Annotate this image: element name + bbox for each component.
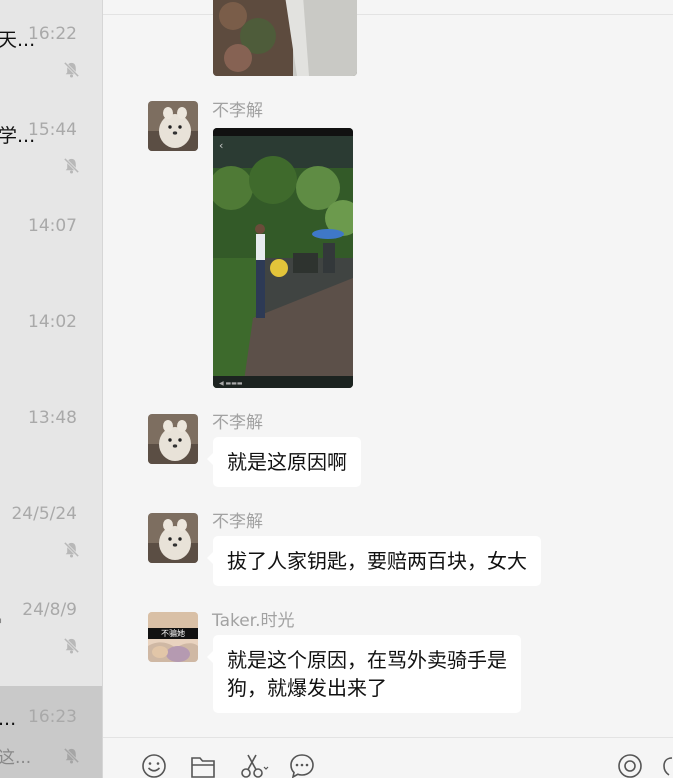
avatar-caption: 不骗她	[161, 629, 185, 638]
message-bubble[interactable]: 就是这原因啊	[207, 437, 361, 487]
mute-bell-icon	[63, 541, 80, 558]
conversation-time: 13:48	[28, 408, 77, 428]
conversation-snippet: ...	[0, 708, 17, 730]
conversation-item[interactable]: 14:02	[0, 288, 102, 384]
conversation-item[interactable]: 24/8/9 '	[0, 576, 102, 672]
conversation-item[interactable]: 13:48	[0, 384, 102, 480]
avatar-bulijie[interactable]	[148, 414, 198, 464]
video-call-icon[interactable]	[616, 752, 644, 778]
message-bubble[interactable]: 就是这个原因，在骂外卖骑手是 狗，就爆发出来了	[207, 635, 521, 713]
voice-call-icon[interactable]	[661, 752, 673, 778]
conversation-time: 14:07	[28, 216, 77, 236]
sender-name: 不李解	[212, 512, 263, 532]
svg-text:‹: ‹	[219, 139, 223, 152]
conversation-item[interactable]: 天... 16:22	[0, 0, 102, 96]
conversation-time: 24/8/9	[22, 600, 77, 620]
message-text: 拔了人家钥匙，要赔两百块，女大	[227, 549, 527, 573]
chat-panel: 不李解 ‹ ◀ ▬▬▬ 不李解 就是这原因啊 不李解 拔了人家钥匙，要赔两百块，…	[103, 0, 673, 778]
dog-avatar-image	[148, 513, 198, 563]
sender-name: Taker.时光	[212, 611, 295, 631]
image-message[interactable]: ‹ ◀ ▬▬▬	[213, 128, 353, 388]
conversation-time: 16:22	[28, 24, 77, 44]
sender-name: 不李解	[212, 101, 263, 121]
header-divider	[103, 14, 673, 15]
street-photo-screenshot: ‹ ◀ ▬▬▬	[213, 128, 353, 388]
conversation-snippet-2: 这...	[0, 748, 32, 768]
avatar-bulijie[interactable]	[148, 101, 198, 151]
avatar-bulijie[interactable]	[148, 513, 198, 563]
dog-avatar-image	[148, 414, 198, 464]
message-text-line: 狗，就爆发出来了	[227, 676, 387, 700]
conversation-time: 24/5/24	[11, 504, 77, 524]
image-message-partial[interactable]	[213, 0, 357, 76]
conversation-item-selected[interactable]: ... 16:23 这...	[0, 686, 102, 778]
conversation-time: 16:23	[28, 707, 77, 727]
photo-thumbnail	[213, 0, 357, 76]
conversation-snippet: '	[0, 616, 3, 636]
dog-avatar-image	[148, 101, 198, 151]
mute-bell-icon	[63, 61, 80, 78]
message-text: 就是这原因啊	[227, 450, 347, 474]
conversation-item[interactable]: 学... 15:44	[0, 96, 102, 192]
folder-icon[interactable]	[189, 752, 217, 778]
message-bubble[interactable]: 拔了人家钥匙，要赔两百块，女大	[207, 536, 541, 586]
input-divider	[103, 737, 673, 738]
conversation-time: 14:02	[28, 312, 77, 332]
message-text-line: 就是这个原因，在骂外卖骑手是	[227, 648, 507, 672]
emoji-icon[interactable]	[140, 752, 168, 778]
chat-bubble-icon[interactable]	[288, 752, 316, 778]
conversation-list: 天... 16:22 学... 15:44 14:07 14:02 13:48 …	[0, 0, 102, 778]
mute-bell-icon	[63, 747, 80, 764]
conversation-time: 15:44	[28, 120, 77, 140]
scissors-icon[interactable]	[238, 752, 270, 778]
mute-bell-icon	[63, 157, 80, 174]
conversation-item[interactable]: 24/5/24	[0, 480, 102, 576]
conversation-item[interactable]: 14:07	[0, 192, 102, 288]
avatar-taker[interactable]: 不骗她	[148, 612, 198, 662]
svg-text:◀ ▬▬▬: ◀ ▬▬▬	[219, 380, 243, 387]
sender-name: 不李解	[212, 413, 263, 433]
mute-bell-icon	[63, 637, 80, 654]
